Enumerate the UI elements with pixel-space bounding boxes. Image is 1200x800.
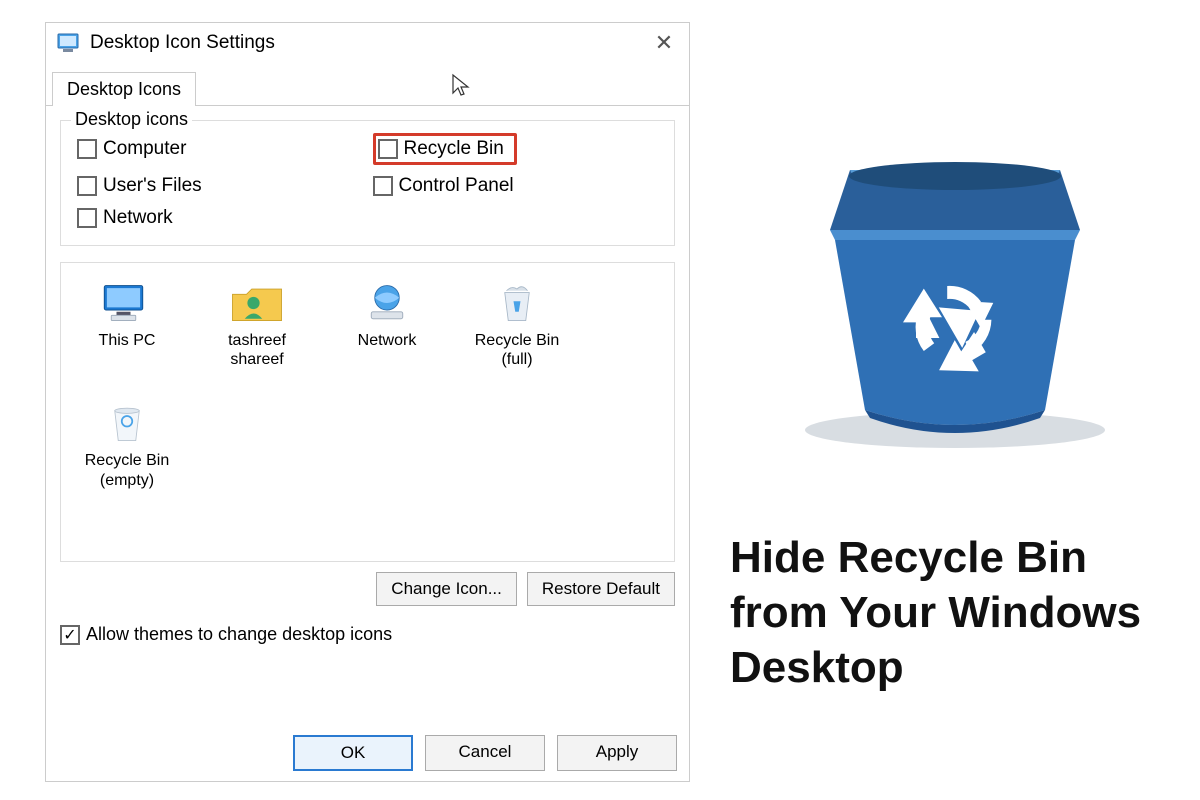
icon-this-pc[interactable]: This PC [77, 279, 177, 369]
recycle-bin-empty-icon [97, 399, 157, 447]
dialog-title: Desktop Icon Settings [90, 32, 649, 54]
ok-button[interactable]: OK [293, 735, 413, 771]
checkbox-label: Network [103, 207, 173, 229]
icon-user-folder[interactable]: tashreef shareef [207, 279, 307, 369]
icon-network[interactable]: Network [337, 279, 437, 369]
network-icon [357, 279, 417, 327]
checkbox-label: Allow themes to change desktop icons [86, 624, 392, 645]
dialog-buttons: OK Cancel Apply [293, 735, 677, 771]
cancel-button[interactable]: Cancel [425, 735, 545, 771]
restore-default-button[interactable]: Restore Default [527, 572, 675, 606]
icon-label: Recycle Bin (empty) [77, 451, 177, 489]
checkbox-network[interactable]: Network [77, 207, 363, 229]
app-icon [56, 31, 80, 55]
checkbox-users-files[interactable]: User's Files [77, 175, 363, 197]
checkbox-label: Control Panel [399, 175, 514, 197]
folder-user-icon [227, 279, 287, 327]
computer-icon [97, 279, 157, 327]
tab-desktop-icons[interactable]: Desktop Icons [52, 72, 196, 106]
icon-recycle-empty[interactable]: Recycle Bin (empty) [77, 399, 177, 489]
icon-recycle-full[interactable]: Recycle Bin (full) [467, 279, 567, 369]
icon-buttons-row: Change Icon... Restore Default [60, 572, 675, 606]
tabstrip: Desktop Icons [46, 71, 689, 106]
checkbox-label: Computer [103, 138, 186, 160]
icon-label: Network [337, 331, 437, 350]
checkbox-computer[interactable]: Computer [77, 133, 363, 165]
icon-preview-box: This PC tashreef shareef [60, 262, 675, 562]
checkbox-label: Recycle Bin [404, 138, 504, 160]
recycle-bin-full-icon [487, 279, 547, 327]
checkbox-label: User's Files [103, 175, 202, 197]
desktop-icon-settings-dialog: Desktop Icon Settings ✕ Desktop Icons De… [45, 22, 690, 782]
checkbox-control-panel[interactable]: Control Panel [373, 175, 659, 197]
hero-headline: Hide Recycle Bin from Your Windows Deskt… [730, 530, 1180, 695]
icon-label: tashreef shareef [207, 331, 307, 369]
change-icon-button[interactable]: Change Icon... [376, 572, 517, 606]
tab-panel: Desktop icons Computer Recycle Bin User'… [46, 106, 689, 645]
checkbox-allow-themes[interactable]: ✓ Allow themes to change desktop icons [60, 624, 675, 645]
icon-label: Recycle Bin (full) [467, 331, 567, 369]
checkbox-recycle-bin[interactable]: Recycle Bin [373, 133, 517, 165]
group-legend: Desktop icons [71, 109, 192, 130]
titlebar: Desktop Icon Settings ✕ [46, 23, 689, 63]
desktop-icons-group: Desktop icons Computer Recycle Bin User'… [60, 120, 675, 246]
recycle-bin-illustration [780, 130, 1130, 450]
apply-button[interactable]: Apply [557, 735, 677, 771]
icon-label: This PC [77, 331, 177, 350]
close-icon[interactable]: ✕ [649, 30, 679, 56]
